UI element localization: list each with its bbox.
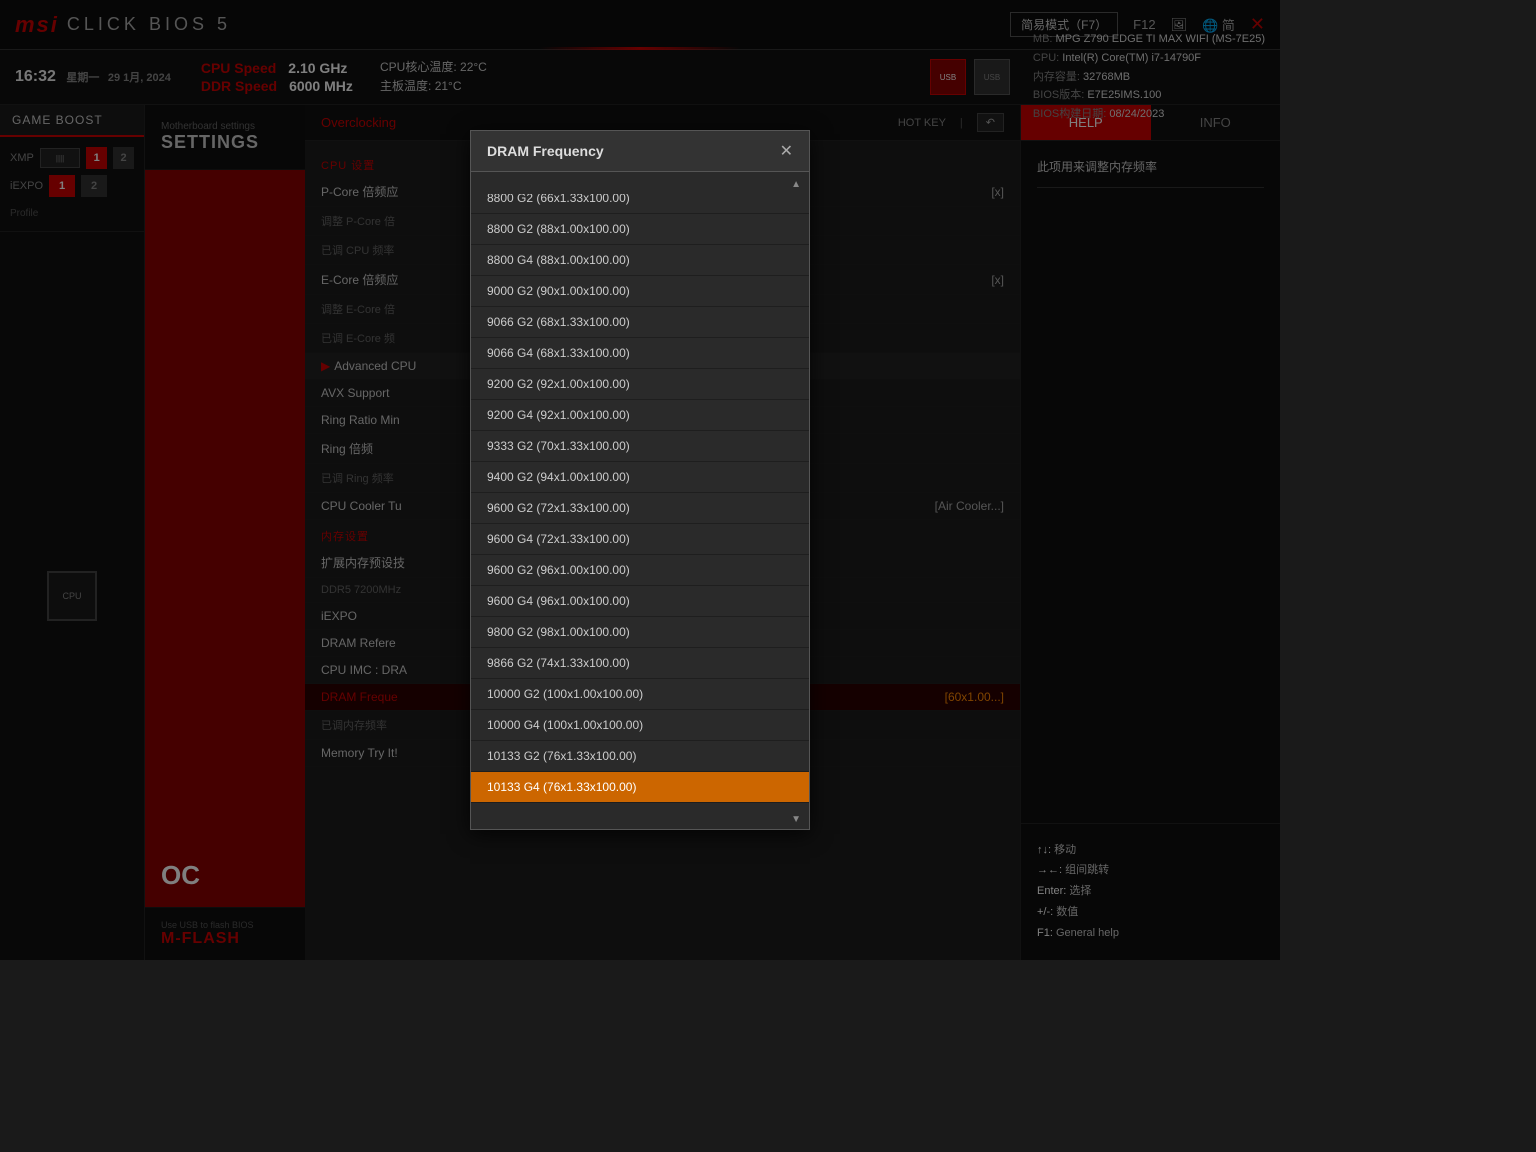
list-item[interactable]: 9600 G4 (96x1.00x100.00) [471, 586, 809, 617]
list-item[interactable]: 9600 G4 (72x1.33x100.00) [471, 524, 809, 555]
list-item[interactable]: 9066 G2 (68x1.33x100.00) [471, 307, 809, 338]
scroll-top-indicator: ▲ [471, 172, 809, 194]
modal-overlay[interactable]: DRAM Frequency ✕ ▲ 8000 G4 (80x1.00x100.… [0, 0, 1280, 960]
list-item[interactable]: 9800 G2 (98x1.00x100.00) [471, 617, 809, 648]
list-item[interactable]: 10133 G4 (76x1.33x100.00) [471, 772, 809, 803]
dram-frequency-modal: DRAM Frequency ✕ ▲ 8000 G4 (80x1.00x100.… [470, 130, 810, 830]
list-item[interactable]: 10000 G4 (100x1.00x100.00) [471, 710, 809, 741]
list-item[interactable]: 10000 G2 (100x1.00x100.00) [471, 679, 809, 710]
modal-list[interactable]: 8000 G4 (80x1.00x100.00)8200 G2 (82x1.00… [471, 194, 809, 807]
list-item[interactable]: 8800 G2 (88x1.00x100.00) [471, 214, 809, 245]
list-item[interactable]: 9000 G2 (90x1.00x100.00) [471, 276, 809, 307]
list-item[interactable]: 9200 G4 (92x1.00x100.00) [471, 400, 809, 431]
list-item[interactable]: 8800 G2 (66x1.33x100.00) [471, 194, 809, 214]
list-item[interactable]: 8800 G4 (88x1.00x100.00) [471, 245, 809, 276]
list-item[interactable]: 9600 G2 (72x1.33x100.00) [471, 493, 809, 524]
modal-close-button[interactable]: ✕ [780, 141, 793, 161]
list-item[interactable]: 9600 G2 (96x1.00x100.00) [471, 555, 809, 586]
list-item[interactable]: 9866 G2 (74x1.33x100.00) [471, 648, 809, 679]
list-item[interactable]: 9066 G4 (68x1.33x100.00) [471, 338, 809, 369]
list-item[interactable]: 10133 G2 (76x1.33x100.00) [471, 741, 809, 772]
list-item[interactable]: 9333 G2 (70x1.33x100.00) [471, 431, 809, 462]
modal-header: DRAM Frequency ✕ [471, 131, 809, 172]
list-item[interactable]: 9200 G2 (92x1.00x100.00) [471, 369, 809, 400]
list-item[interactable]: 9400 G2 (94x1.00x100.00) [471, 462, 809, 493]
modal-title: DRAM Frequency [487, 143, 604, 159]
scroll-bottom-indicator: ▼ [471, 807, 809, 829]
